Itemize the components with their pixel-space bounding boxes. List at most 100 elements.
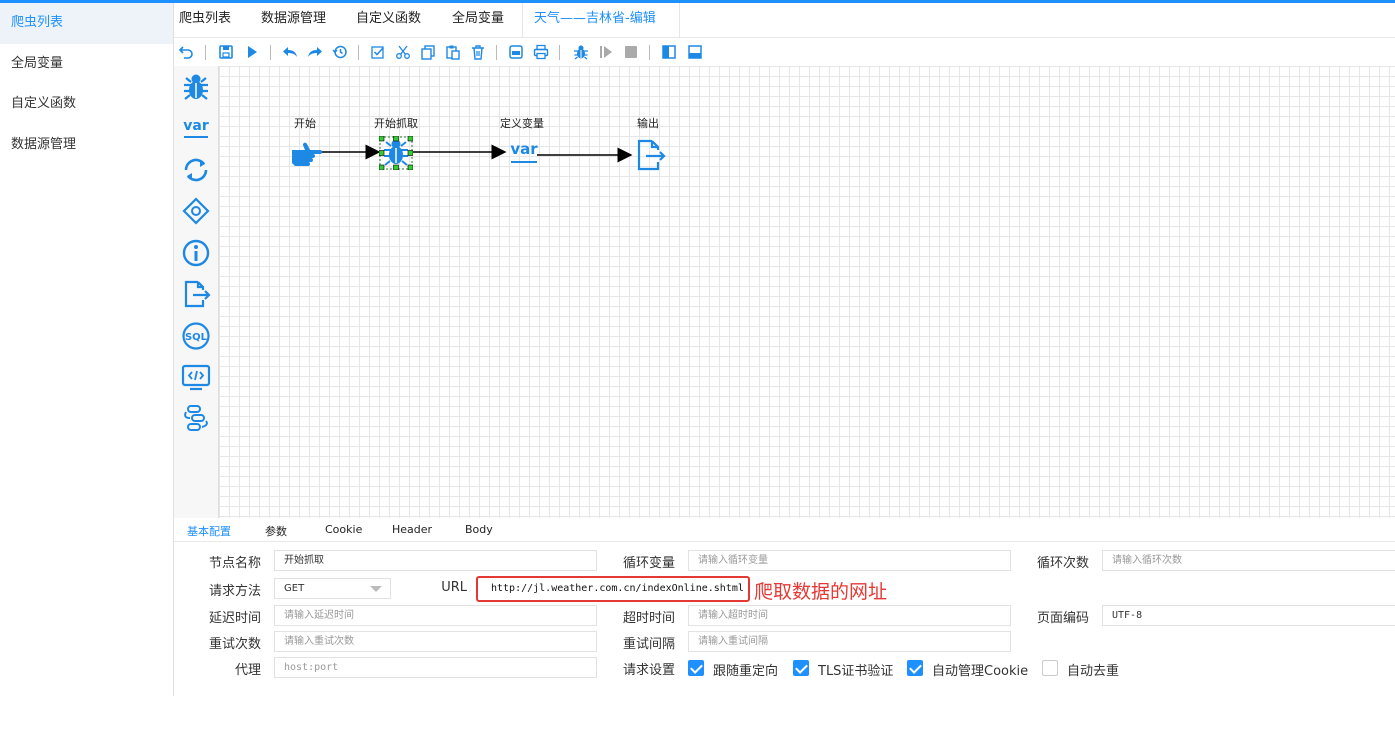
retry-interval-label: 重试间隔 xyxy=(622,637,675,652)
flow-canvas[interactable]: 开始 开始抓取 定义变量 var 输出 xyxy=(219,66,1395,518)
method-value: GET xyxy=(284,583,305,594)
nav-item-custom-functions[interactable]: 自定义函数 xyxy=(0,84,173,125)
node-config-form: 节点名称 开始抓取 循环变量 请输入循环变量 循环次数 请输入循环次数 请求方法… xyxy=(174,542,1395,696)
node-label-start: 开始 xyxy=(294,117,316,130)
url-annotation: 爬取数据的网址 xyxy=(754,581,888,603)
panel-bottom-icon[interactable] xyxy=(685,42,705,62)
var-icon-text: var xyxy=(183,118,209,134)
step-icon[interactable] xyxy=(596,42,616,62)
node-label-define-var: 定义变量 xyxy=(500,117,544,130)
flow-edges xyxy=(321,144,633,163)
chevron-down-icon xyxy=(370,586,382,592)
main-area: 爬虫列表 数据源管理 自定义函数 全局变量 天气——吉林省-编辑 var SQL… xyxy=(173,3,1395,696)
request-settings-label: 请求设置 xyxy=(622,663,675,678)
tab-divider xyxy=(679,3,680,38)
proxy-input[interactable]: host:port xyxy=(274,657,597,678)
toolbar-divider xyxy=(559,45,560,60)
url-input[interactable]: http://jl.weather.com.cn/indexOnline.sht… xyxy=(482,579,746,600)
redo-arrow-icon[interactable] xyxy=(305,42,325,62)
sql-icon-text: SQL xyxy=(185,332,208,343)
ptab-cookie[interactable]: Cookie xyxy=(325,523,362,536)
method-label: 请求方法 xyxy=(208,584,261,599)
follow-redirect-checkbox[interactable] xyxy=(688,660,704,676)
auto-dedupe-checkbox[interactable] xyxy=(1042,660,1058,676)
code-icon[interactable] xyxy=(179,360,213,394)
nav-item-datasource[interactable]: 数据源管理 xyxy=(0,125,173,166)
paste-icon[interactable] xyxy=(443,42,463,62)
run-icon[interactable] xyxy=(242,42,262,62)
proxy-label: 代理 xyxy=(234,663,261,678)
output-icon xyxy=(637,139,666,171)
output-node[interactable] xyxy=(633,138,667,172)
nav-item-spider-list[interactable]: 爬虫列表 xyxy=(0,3,173,44)
hand-point-icon[interactable] xyxy=(289,136,323,170)
tab-custom-functions[interactable]: 自定义函数 xyxy=(356,3,421,38)
left-nav: 爬虫列表 全局变量 自定义函数 数据源管理 xyxy=(0,3,173,731)
tab-global-vars[interactable]: 全局变量 xyxy=(452,3,504,38)
nav-item-global-vars[interactable]: 全局变量 xyxy=(0,44,173,85)
loop-count-input[interactable]: 请输入循环次数 xyxy=(1102,550,1395,571)
retry-count-input[interactable]: 请输入重试次数 xyxy=(274,631,597,652)
toolbar-divider xyxy=(205,45,206,60)
loop-icon[interactable] xyxy=(179,153,213,187)
loop-var-input[interactable]: 请输入循环变量 xyxy=(688,550,1011,571)
link-icon[interactable] xyxy=(179,401,213,435)
info-icon[interactable] xyxy=(179,236,213,270)
export-icon[interactable] xyxy=(506,42,526,62)
spider-icon xyxy=(378,135,414,171)
sql-icon[interactable]: SQL xyxy=(179,319,213,353)
retry-count-label: 重试次数 xyxy=(208,637,261,652)
spider-icon[interactable] xyxy=(179,70,213,104)
var-node[interactable]: var xyxy=(507,136,541,170)
tls-verify-label: TLS证书验证 xyxy=(818,664,894,679)
debug-icon[interactable] xyxy=(571,42,591,62)
method-select[interactable]: GET xyxy=(274,578,391,599)
auto-cookie-label: 自动管理Cookie xyxy=(932,664,1029,679)
select-all-icon[interactable] xyxy=(368,42,388,62)
ptab-basic[interactable]: 基本配置 xyxy=(187,523,231,539)
print-icon[interactable] xyxy=(531,42,551,62)
timeout-label: 超时时间 xyxy=(622,611,675,626)
follow-redirect-label: 跟随重定向 xyxy=(713,664,779,679)
toolbar-divider xyxy=(649,45,650,60)
copy-icon[interactable] xyxy=(418,42,438,62)
save-icon[interactable] xyxy=(216,42,236,62)
var-node-text: var xyxy=(510,140,538,158)
tab-divider xyxy=(522,3,523,38)
stop-icon[interactable] xyxy=(621,42,641,62)
var-icon[interactable]: var xyxy=(179,111,213,145)
encoding-input[interactable]: UTF-8 xyxy=(1102,605,1395,626)
toolbar-divider xyxy=(358,45,359,60)
node-name-input[interactable]: 开始抓取 xyxy=(274,550,597,571)
delay-input[interactable]: 请输入延迟时间 xyxy=(274,605,597,626)
cut-icon[interactable] xyxy=(393,42,413,62)
url-label: URL xyxy=(441,580,467,595)
tab-weather-edit[interactable]: 天气——吉林省-编辑 xyxy=(534,3,656,38)
delay-label: 延迟时间 xyxy=(208,611,261,626)
ptab-header[interactable]: Header xyxy=(392,523,432,536)
property-tabs: 基本配置 参数 Cookie Header Body xyxy=(174,518,1395,542)
tls-verify-checkbox[interactable] xyxy=(793,660,809,676)
tab-datasource[interactable]: 数据源管理 xyxy=(261,3,326,38)
ptab-body[interactable]: Body xyxy=(465,523,493,536)
auto-cookie-checkbox[interactable] xyxy=(907,660,923,676)
crawl-node[interactable] xyxy=(378,135,414,171)
timeout-input[interactable]: 请输入超时时间 xyxy=(688,605,1011,626)
toolbar-divider xyxy=(270,45,271,60)
node-name-label: 节点名称 xyxy=(208,556,261,571)
tab-spider-list[interactable]: 爬虫列表 xyxy=(179,3,231,38)
undo-icon[interactable] xyxy=(176,42,196,62)
retry-interval-input[interactable]: 请输入重试间隔 xyxy=(688,631,1011,652)
node-label-crawl: 开始抓取 xyxy=(374,117,418,130)
panel-left-icon[interactable] xyxy=(659,42,679,62)
ptab-params[interactable]: 参数 xyxy=(265,523,287,539)
node-label-output: 输出 xyxy=(637,117,659,130)
undo-arrow-icon[interactable] xyxy=(280,42,300,62)
condition-icon[interactable] xyxy=(179,194,213,228)
toolbar xyxy=(174,40,1395,66)
delete-icon[interactable] xyxy=(468,42,488,62)
output-icon[interactable] xyxy=(179,277,213,311)
history-icon[interactable] xyxy=(330,42,350,62)
toolbar-divider xyxy=(496,45,497,60)
loop-var-label: 循环变量 xyxy=(622,556,675,571)
